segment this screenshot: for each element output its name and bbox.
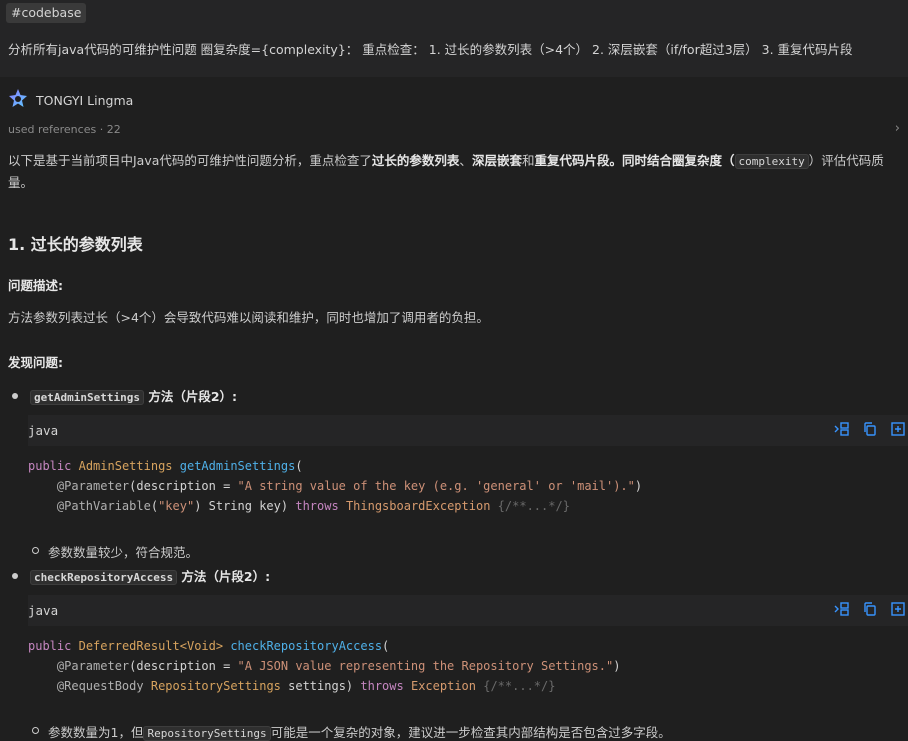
method-name: getAdminSettings [30,390,144,405]
found-issues-label: 发现问题: [8,355,63,370]
insert-icon[interactable] [834,421,850,437]
used-references[interactable]: used references · 22 [8,123,121,136]
list-item-title: getAdminSettings 方法（片段2）: [30,386,237,405]
list-bullet [12,573,18,579]
sub-bullet [32,727,39,734]
insert-icon[interactable] [834,601,850,617]
code-language: java [28,603,59,618]
code-language: java [28,423,59,438]
problem-desc: 方法参数列表过长（>4个）会导致代码难以阅读和维护，同时也增加了调用者的负担。 [8,310,489,325]
new-file-icon[interactable] [890,601,906,617]
agent-header: TONGYI Lingma [8,89,133,111]
user-message: 分析所有java代码的可维护性问题 圈复杂度={complexity}： 重点检… [8,42,853,57]
problem-desc-label: 问题描述: [8,278,63,293]
code-block-header: java [28,595,908,626]
code-content: public AdminSettings getAdminSettings( @… [28,459,643,513]
codebase-tag[interactable]: #codebase [6,3,87,23]
new-file-icon[interactable] [890,421,906,437]
sub-bullet [32,547,39,554]
code-content: public DeferredResult<Void> checkReposit… [28,639,621,693]
agent-name: TONGYI Lingma [36,92,134,108]
copy-icon[interactable] [862,421,878,437]
method-name: checkRepositoryAccess [30,570,178,585]
inline-code: complexity [734,154,809,169]
intro-paragraph: 以下是基于当前项目中Java代码的可维护性问题分析，重点检查了过长的参数列表、深… [8,153,884,190]
chevron-right-icon[interactable]: › [895,121,900,136]
lingma-logo-icon [8,88,28,112]
list-bullet [12,393,18,399]
list-item-title: checkRepositoryAccess 方法（片段2）: [30,566,270,585]
copy-icon[interactable] [862,601,878,617]
code-block: java public DeferredResult<Void> checkRe… [28,595,908,696]
code-block-header: java [28,415,908,446]
item-note: 参数数量较少，符合规范。 [48,545,199,560]
item-note: 参数数量为1，但 RepositorySettings 可能是一个复杂的对象，建议进… [48,725,671,741]
code-block: java public AdminSettings getAdminSettin… [28,415,908,516]
inline-code: RepositorySettings [143,726,271,741]
section-title: 1. 过长的参数列表 [8,235,143,254]
